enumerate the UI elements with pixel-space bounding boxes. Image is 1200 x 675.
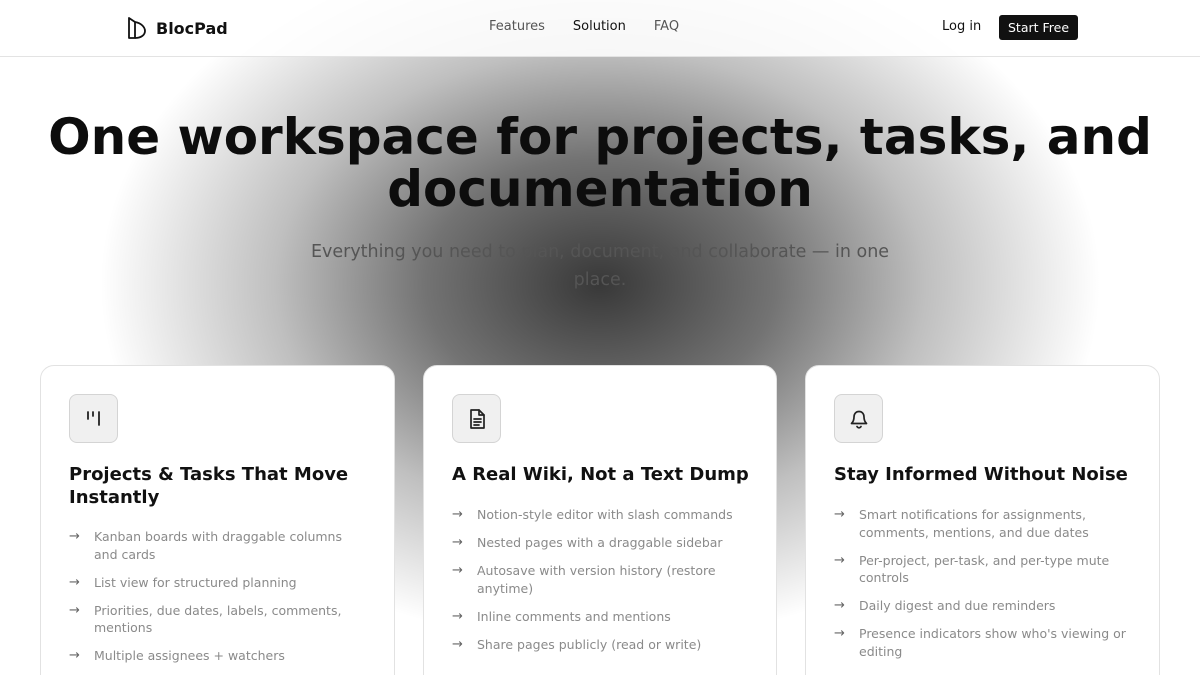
list-item: → Share pages publicly (read or write) xyxy=(452,636,702,652)
top-navbar: BlocPad Features Solution FAQ Log in Sta… xyxy=(0,0,1200,57)
list-item: → Smart notifications for assignments, co… xyxy=(834,507,1089,540)
feature-card-title: A Real Wiki, Not a Text Dump xyxy=(452,464,749,485)
arrow-right-icon: → xyxy=(834,598,845,613)
list-item: → Presence indicators show who's viewing … xyxy=(834,626,1126,659)
arrow-right-icon: → xyxy=(452,507,463,522)
nav-faq[interactable]: FAQ xyxy=(654,19,679,34)
brand-name: BlocPad xyxy=(156,18,228,38)
list-item: → Multiple assignees + watchers xyxy=(69,648,285,663)
list-item: → List view for structured planning xyxy=(69,574,297,590)
list-item: → Autosave with version history (restore … xyxy=(452,563,716,596)
feature-icon-box xyxy=(834,394,883,443)
bell-icon xyxy=(850,410,867,429)
arrow-right-icon: → xyxy=(834,626,845,641)
hero-subtitle: Everything you need to plan, document, a… xyxy=(310,242,890,290)
list-item: → Nested pages with a draggable sidebar xyxy=(452,535,723,550)
blocpad-logo-icon xyxy=(128,17,146,39)
arrow-right-icon: → xyxy=(69,648,80,663)
feature-list: → Smart notifications for assignments, co… xyxy=(834,506,1134,671)
document-icon xyxy=(469,408,485,429)
hero-title: One workspace for projects, tasks, and d… xyxy=(48,108,1152,218)
arrow-right-icon: → xyxy=(69,574,80,590)
arrow-right-icon: → xyxy=(69,602,80,618)
feature-icon-box xyxy=(69,394,118,443)
list-item: → Priorities, due dates, labels, comments… xyxy=(69,602,342,636)
arrow-right-icon: → xyxy=(834,552,845,568)
arrow-right-icon: → xyxy=(452,563,463,578)
list-item: → Inline comments and mentions xyxy=(452,608,671,624)
list-item: → Daily digest and due reminders xyxy=(834,598,1056,613)
arrow-right-icon: → xyxy=(69,529,80,544)
arrow-right-icon: → xyxy=(452,608,463,624)
nav-solution[interactable]: Solution xyxy=(573,19,626,34)
brand-logo[interactable]: BlocPad xyxy=(126,16,228,40)
kanban-icon xyxy=(86,410,100,426)
feature-card-title: Projects & Tasks That Move Instantly xyxy=(69,464,349,508)
main-nav: Features Solution FAQ xyxy=(489,19,679,34)
list-item: → Per-project, per-task, and per-type mut… xyxy=(834,552,1110,586)
start-free-button[interactable]: Start Free xyxy=(999,15,1079,40)
arrow-right-icon: → xyxy=(834,507,845,522)
arrow-right-icon: → xyxy=(452,636,463,652)
feature-icon-box xyxy=(452,394,501,443)
nav-features[interactable]: Features xyxy=(489,19,545,34)
arrow-right-icon: → xyxy=(452,535,463,550)
feature-card-projects: Projects & Tasks That Move Instantly → Ka… xyxy=(40,365,395,675)
feature-list: → Notion-style editor with slash commands… xyxy=(452,506,752,664)
feature-card-title: Stay Informed Without Noise xyxy=(834,464,1128,485)
list-item: → Notion-style editor with slash commands xyxy=(452,507,733,522)
feature-card-wiki: A Real Wiki, Not a Text Dump → Notion-sty… xyxy=(423,365,777,675)
list-item: → Kanban boards with draggable columns an… xyxy=(69,529,342,562)
feature-list: → Kanban boards with draggable columns an… xyxy=(69,528,369,675)
feature-card-notifications: Stay Informed Without Noise → Smart notif… xyxy=(805,365,1160,675)
login-link[interactable]: Log in xyxy=(942,19,981,34)
